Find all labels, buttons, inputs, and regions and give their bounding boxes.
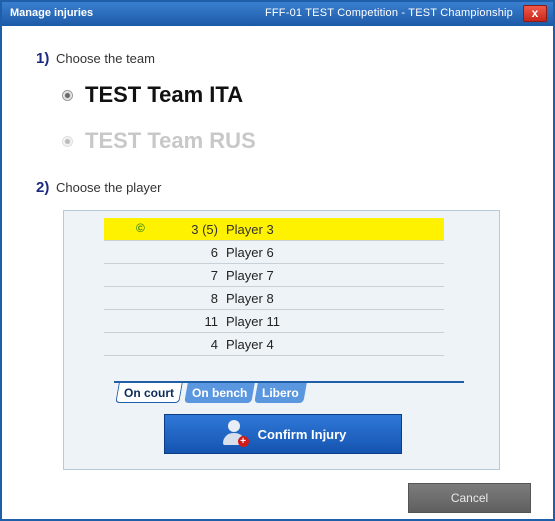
player-name: Player 6 bbox=[226, 245, 274, 260]
player-number: 6 bbox=[210, 245, 218, 260]
step2-heading: 2) Choose the player bbox=[36, 179, 161, 196]
tab-libero[interactable]: Libero bbox=[254, 383, 307, 403]
title-bar: Manage injuries FFF-01 TEST Competition … bbox=[2, 2, 553, 26]
player-name: Player 11 bbox=[226, 314, 280, 329]
player-name: Player 8 bbox=[226, 291, 274, 306]
player-row[interactable]: 6 Player 6 bbox=[104, 241, 444, 264]
team-name: TEST Team RUS bbox=[85, 128, 256, 153]
player-panel: © 3 (5) Player 3 6 Player 6 7 Player 7 8… bbox=[63, 210, 500, 470]
player-number: 8 bbox=[210, 291, 218, 306]
confirm-injury-button[interactable]: + Confirm Injury bbox=[164, 414, 402, 454]
step1-heading: 1) Choose the team bbox=[36, 50, 155, 67]
player-list: © 3 (5) Player 3 6 Player 6 7 Player 7 8… bbox=[104, 218, 444, 356]
team-option-ita[interactable]: TEST Team ITA bbox=[62, 82, 243, 108]
radio-unselected-icon bbox=[62, 135, 73, 147]
player-row[interactable]: 11 Player 11 bbox=[104, 310, 444, 333]
cancel-button[interactable]: Cancel bbox=[408, 483, 531, 513]
tab-label: On court bbox=[124, 386, 174, 400]
team-name: TEST Team ITA bbox=[85, 82, 244, 107]
step1-label: Choose the team bbox=[55, 51, 155, 66]
tab-label: Libero bbox=[262, 386, 299, 400]
team-option-rus[interactable]: TEST Team RUS bbox=[62, 128, 256, 154]
step2-number: 2) bbox=[36, 179, 50, 196]
cancel-label: Cancel bbox=[450, 491, 489, 505]
tab-label: On bench bbox=[192, 386, 248, 400]
tab-on-bench[interactable]: On bench bbox=[184, 383, 256, 403]
user-add-injury-icon: + bbox=[220, 419, 250, 449]
step2-label: Choose the player bbox=[55, 180, 162, 195]
player-name: Player 4 bbox=[226, 337, 274, 352]
player-row[interactable]: © 3 (5) Player 3 bbox=[104, 218, 444, 241]
competition-title: FFF-01 TEST Competition - TEST Champions… bbox=[264, 7, 513, 19]
player-number: 11 bbox=[204, 314, 219, 329]
dialog-title: Manage injuries bbox=[10, 7, 94, 19]
player-row[interactable]: 4 Player 4 bbox=[104, 333, 444, 356]
player-number: 4 bbox=[210, 337, 218, 352]
confirm-injury-label: Confirm Injury bbox=[257, 426, 347, 442]
player-row[interactable]: 8 Player 8 bbox=[104, 287, 444, 310]
tab-on-court[interactable]: On court bbox=[115, 383, 183, 403]
step1-number: 1) bbox=[36, 50, 50, 67]
player-row[interactable]: 7 Player 7 bbox=[104, 264, 444, 287]
player-name: Player 3 bbox=[226, 222, 274, 237]
player-number: 7 bbox=[210, 268, 218, 283]
close-button[interactable]: x bbox=[523, 5, 547, 22]
close-icon: x bbox=[531, 6, 539, 20]
radio-selected-icon bbox=[62, 89, 73, 101]
player-number: 3 (5) bbox=[191, 222, 218, 237]
captain-icon: © bbox=[136, 221, 145, 235]
player-name: Player 7 bbox=[226, 268, 274, 283]
manage-injuries-dialog: Manage injuries FFF-01 TEST Competition … bbox=[0, 0, 555, 521]
